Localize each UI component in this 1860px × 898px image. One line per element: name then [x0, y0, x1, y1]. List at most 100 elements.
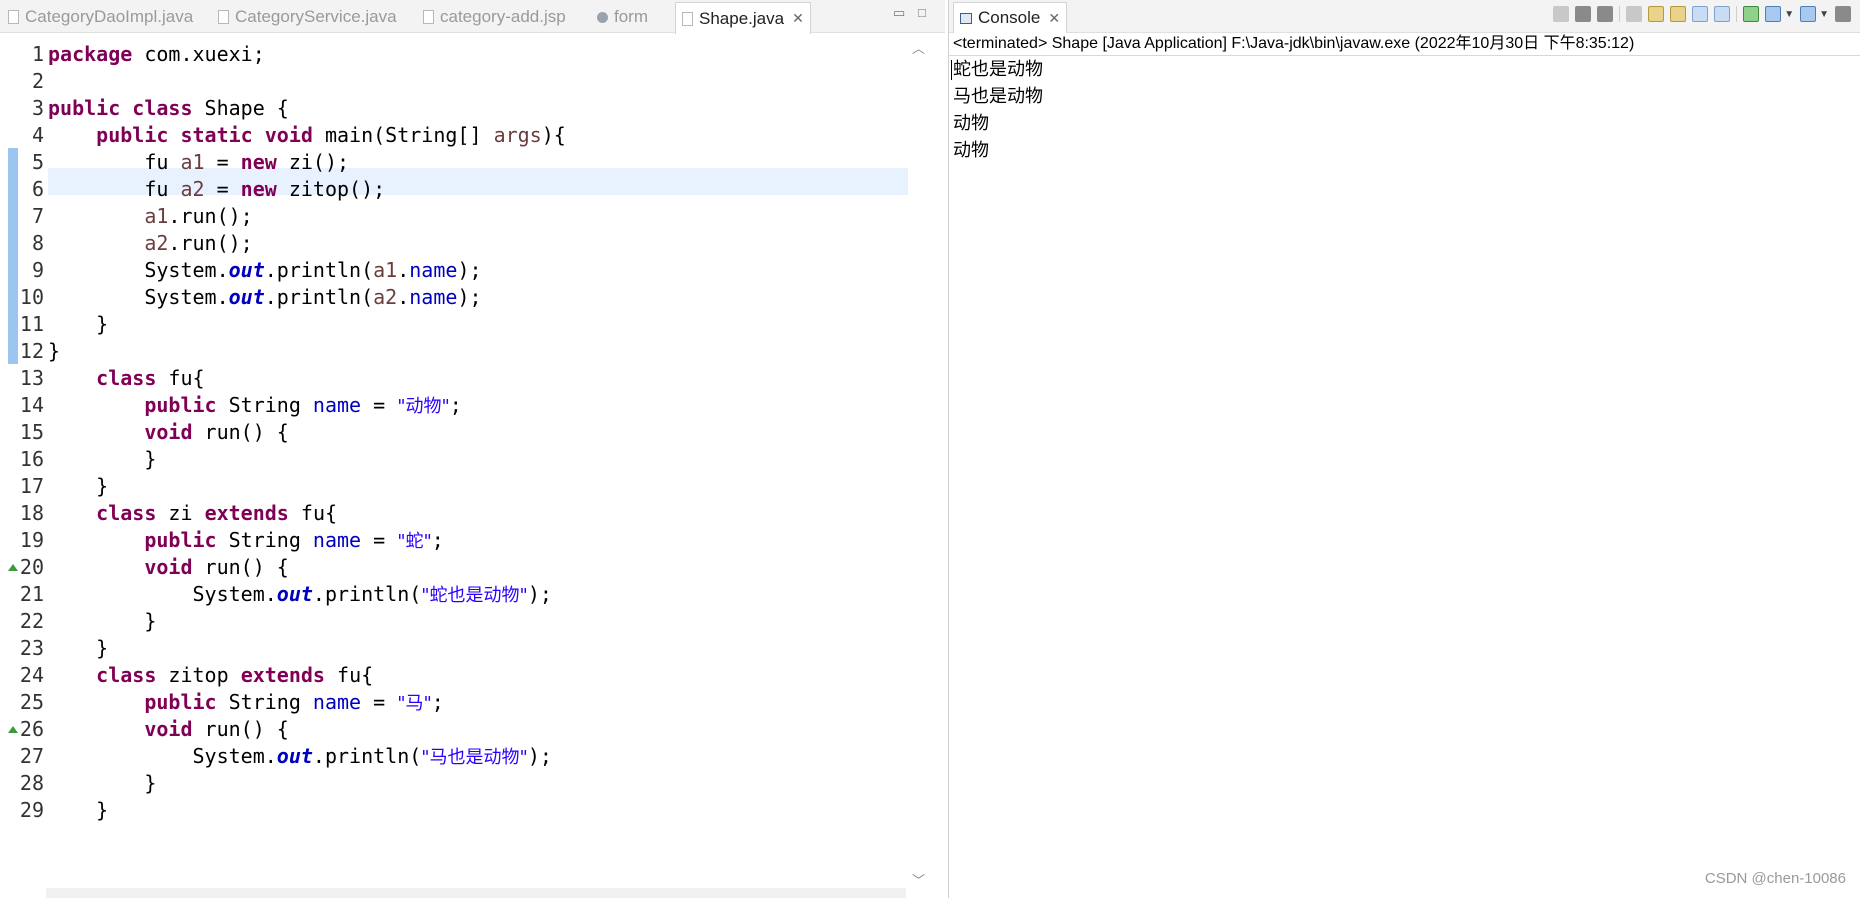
line-number: 20 — [19, 555, 44, 579]
line-number: 11 — [19, 312, 44, 336]
code-line: public class Shape { — [48, 96, 289, 120]
tab-category-add[interactable]: category-add.jsp — [423, 3, 566, 31]
code-line: class zitop extends fu{ — [96, 663, 374, 687]
code-line: } — [48, 447, 157, 471]
tab-label: category-add.jsp — [440, 7, 566, 26]
jsp-file-icon — [423, 10, 434, 24]
tab-form[interactable]: form — [597, 3, 648, 31]
line-number: 9 — [31, 258, 44, 282]
tab-label: Shape.java — [699, 8, 785, 28]
code-line: System.out.println("马也是动物"); — [48, 744, 552, 768]
code-line: } — [48, 312, 109, 336]
line-number: 12 — [19, 339, 44, 363]
code-line: } — [48, 771, 157, 795]
java-file-icon — [218, 10, 229, 24]
code-line: System.out.println(a1.name); — [48, 258, 482, 282]
chevron-down-icon[interactable]: ▼ — [1784, 9, 1794, 20]
code-line: } — [48, 474, 109, 498]
line-number: 21 — [19, 582, 44, 606]
show-on-stderr-icon[interactable] — [1714, 6, 1731, 22]
console-line: 蛇也是动物 — [953, 59, 1043, 80]
line-number: 15 — [19, 420, 44, 444]
console-line: 动物 — [953, 113, 989, 134]
line-number: 8 — [31, 231, 44, 255]
code-line: } — [48, 339, 61, 363]
line-number: 14 — [19, 393, 44, 417]
code-line: } — [48, 798, 109, 822]
line-number-gutter: 1 2 3 4 5 6 7 8 9 10 11 12 13 14 15 16 17 18 19 20 21 22 23 24 2… — [0, 34, 46, 890]
line-number: 26 — [19, 717, 44, 741]
watermark: CSDN @chen-10086 — [1704, 870, 1846, 887]
line-number: 27 — [19, 744, 44, 768]
console-icon — [960, 12, 972, 24]
line-number: 16 — [19, 447, 44, 471]
line-number: 25 — [19, 690, 44, 714]
console-line: 动物 — [953, 140, 989, 161]
globe-icon — [597, 11, 608, 23]
close-icon[interactable]: ✕ — [792, 10, 804, 27]
remove-launch-icon[interactable] — [1575, 6, 1592, 22]
code-line: class fu{ — [96, 366, 205, 390]
line-number: 4 — [31, 123, 44, 147]
code-line: a1.run(); — [144, 204, 253, 228]
tab-console[interactable]: Console ✕ — [953, 2, 1068, 33]
line-number: 6 — [31, 177, 44, 201]
tab-shape-java[interactable]: Shape.java ✕ — [675, 2, 811, 34]
line-number: 13 — [19, 366, 44, 390]
line-number: 28 — [19, 771, 44, 795]
launch-status-header: <terminated> Shape [Java Application] F:… — [953, 35, 1635, 52]
close-icon[interactable]: ✕ — [1048, 10, 1060, 27]
line-number: 10 — [19, 285, 44, 309]
code-line: void run() { — [144, 420, 289, 444]
remove-all-icon[interactable] — [1597, 6, 1614, 22]
pin-console-icon[interactable] — [1743, 6, 1760, 22]
code-line: void run() { — [144, 555, 289, 579]
code-line: class zi extends fu{ — [96, 501, 338, 525]
show-on-stdout-icon[interactable] — [1692, 6, 1709, 22]
line-number: 22 — [19, 609, 44, 633]
terminate-icon[interactable] — [1553, 6, 1570, 22]
code-line: public String name = "蛇"; — [144, 528, 444, 552]
editor-horizontal-scrollbar[interactable] — [46, 888, 906, 898]
code-line: fu a2 = new zitop(); — [48, 177, 386, 201]
line-number: 18 — [19, 501, 44, 525]
view-menu-icon[interactable] — [1835, 6, 1851, 22]
chevron-down-icon[interactable]: ▼ — [1819, 9, 1829, 20]
clear-console-icon[interactable] — [1626, 6, 1643, 22]
scroll-up-icon[interactable]: ︿ — [912, 38, 925, 57]
code-line: package com.xuexi; — [48, 42, 265, 66]
code-line: System.out.println("蛇也是动物"); — [48, 582, 552, 606]
display-selected-console-icon[interactable] — [1765, 6, 1782, 22]
open-console-icon[interactable] — [1800, 6, 1817, 22]
text-caret — [951, 60, 952, 80]
console-output[interactable]: 蛇也是动物 马也是动物 动物 动物 — [953, 56, 1043, 164]
override-marker-icon[interactable] — [8, 726, 18, 733]
editor-tab-bar: CategoryDaoImpl.java CategoryService.jav… — [0, 0, 945, 34]
code-text-area[interactable]: package com.xuexi; public class Shape { p… — [48, 34, 908, 890]
code-line: fu a1 = new zi(); — [48, 150, 350, 174]
code-line: System.out.println(a2.name); — [48, 285, 482, 309]
editor-vertical-scrollbar[interactable]: ︿ ﹀ — [908, 34, 930, 890]
code-line: } — [48, 636, 109, 660]
word-wrap-icon[interactable] — [1670, 6, 1687, 22]
code-line: } — [48, 609, 157, 633]
tab-label: CategoryDaoImpl.java — [25, 7, 194, 26]
override-marker-icon[interactable] — [8, 564, 18, 571]
minimize-icon[interactable]: ▭ — [893, 5, 905, 21]
scroll-down-icon[interactable]: ﹀ — [912, 870, 925, 889]
tab-categorydaoimpl[interactable]: CategoryDaoImpl.java — [8, 3, 193, 31]
tab-label: CategoryService.java — [235, 7, 397, 26]
scroll-lock-icon[interactable] — [1648, 6, 1665, 22]
console-tab-bar: Console ✕ ▼ ▼ — [949, 0, 1860, 33]
console-toolbar: ▼ ▼ — [1547, 6, 1851, 22]
line-number: 29 — [19, 798, 44, 822]
console-pane: Console ✕ ▼ ▼ <terminated> Shape [Java A… — [948, 0, 1860, 898]
tab-label: Console — [978, 8, 1041, 27]
line-number: 23 — [19, 636, 44, 660]
console-line: 马也是动物 — [953, 86, 1043, 107]
code-line: a2.run(); — [144, 231, 253, 255]
maximize-icon[interactable]: □ — [918, 5, 926, 20]
tab-label: form — [614, 7, 648, 26]
tab-categoryservice[interactable]: CategoryService.java — [218, 3, 397, 31]
line-number: 2 — [31, 69, 44, 93]
